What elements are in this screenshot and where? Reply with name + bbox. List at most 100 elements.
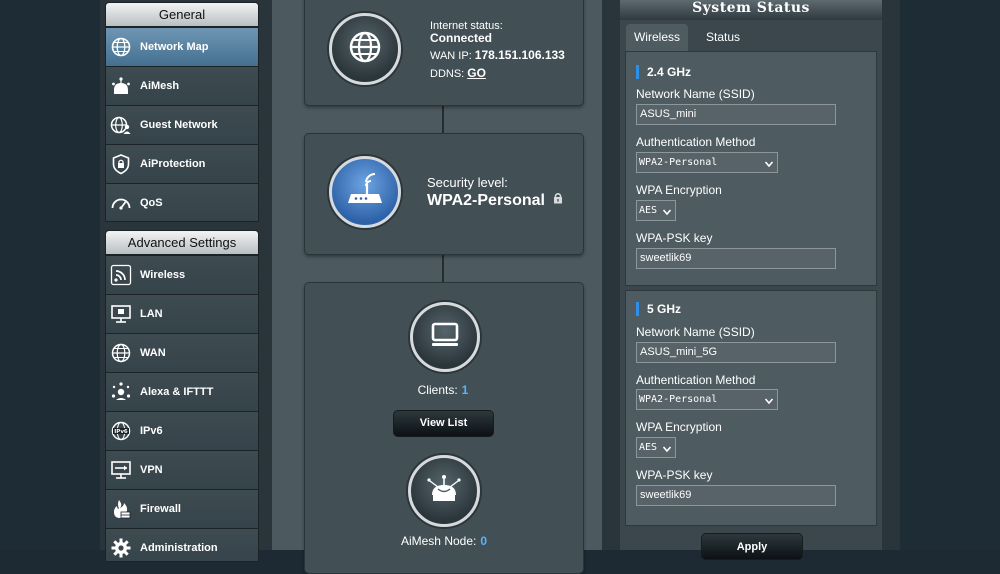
alexa-icon bbox=[110, 381, 132, 403]
wan-ip-label: WAN IP: bbox=[430, 50, 472, 62]
sidebar-item-aiprotection[interactable]: AiProtection bbox=[106, 144, 258, 183]
aimesh-node-info: AiMesh Node: 0 bbox=[380, 534, 508, 548]
aimesh-node-count[interactable]: 0 bbox=[480, 534, 487, 548]
speedometer-icon bbox=[110, 192, 132, 214]
router-status-button[interactable] bbox=[329, 156, 401, 228]
clients-button[interactable] bbox=[410, 302, 480, 372]
guest-network-icon bbox=[110, 114, 132, 136]
svg-text:IPv6: IPv6 bbox=[114, 429, 128, 435]
view-list-button[interactable]: View List bbox=[393, 410, 494, 437]
ssid-label: Network Name (SSID) bbox=[636, 325, 755, 339]
sidebar-item-firewall[interactable]: Firewall bbox=[106, 489, 258, 528]
page-background-right bbox=[900, 0, 1000, 550]
band-2-4ghz-title: 2.4 GHz bbox=[636, 65, 691, 79]
security-level-value: WPA2-Personal bbox=[427, 192, 545, 209]
chevron-down-icon bbox=[764, 157, 774, 176]
wpa-psk-key-label: WPA-PSK key bbox=[636, 231, 713, 245]
sidebar-item-label: AiProtection bbox=[140, 158, 206, 170]
aimesh-node-icon bbox=[424, 471, 464, 512]
page-background-left bbox=[0, 0, 100, 550]
aimesh-node-label: AiMesh Node: bbox=[400, 534, 477, 548]
auth-method-5ghz-select[interactable]: WPA2-Personal bbox=[636, 389, 778, 410]
clients-info: Clients: 1 bbox=[388, 383, 498, 397]
network-map-icon bbox=[110, 36, 132, 58]
auth-method-value: WPA2-Personal bbox=[639, 394, 718, 405]
globe-icon bbox=[347, 29, 383, 70]
sidebar-item-label: Firewall bbox=[140, 503, 181, 515]
auth-method-label: Authentication Method bbox=[636, 135, 756, 149]
wpa-psk-key-2-4ghz-field[interactable]: sweetlik69 bbox=[636, 248, 836, 269]
sidebar-item-label: Alexa & IFTTT bbox=[140, 386, 214, 398]
tab-wireless[interactable]: Wireless bbox=[626, 24, 688, 51]
wpa-encryption-label: WPA Encryption bbox=[636, 183, 722, 197]
auth-method-value: WPA2-Personal bbox=[639, 157, 718, 168]
monitor-icon bbox=[430, 321, 460, 354]
sidebar-item-label: IPv6 bbox=[140, 425, 163, 437]
clients-label: Clients: bbox=[417, 383, 458, 397]
internet-info: Internet status: Connected WAN IP: 178.15… bbox=[430, 20, 565, 80]
wireless-icon bbox=[110, 264, 132, 286]
gear-icon bbox=[110, 537, 132, 559]
sidebar-item-administration[interactable]: Administration bbox=[106, 528, 258, 561]
sidebar-item-wan[interactable]: WAN bbox=[106, 333, 258, 372]
chevron-down-icon bbox=[764, 394, 774, 413]
sidebar-item-wireless[interactable]: Wireless bbox=[106, 255, 258, 294]
sidebar-item-guest-network[interactable]: Guest Network bbox=[106, 105, 258, 144]
chevron-down-icon bbox=[662, 442, 672, 461]
sidebar-item-label: Administration bbox=[140, 542, 218, 554]
vpn-icon bbox=[110, 459, 132, 481]
ssid-5ghz-field[interactable]: ASUS_mini_5G bbox=[636, 342, 836, 363]
connector-line bbox=[442, 104, 444, 133]
security-level-label: Security level: bbox=[427, 175, 508, 190]
aimesh-node-button[interactable] bbox=[408, 455, 480, 527]
lock-icon bbox=[553, 191, 563, 209]
firewall-icon bbox=[110, 498, 132, 520]
aimesh-icon bbox=[110, 75, 132, 97]
internet-status-button[interactable] bbox=[329, 13, 401, 85]
ddns-go-link[interactable]: GO bbox=[467, 66, 486, 80]
clients-count[interactable]: 1 bbox=[462, 383, 469, 397]
sidebar-item-label: WAN bbox=[140, 347, 166, 359]
sidebar-item-aimesh[interactable]: AiMesh bbox=[106, 66, 258, 105]
connector-line bbox=[442, 253, 444, 282]
ipv6-icon: IPv6 bbox=[110, 420, 132, 442]
shield-icon bbox=[110, 153, 132, 175]
advanced-menu: Advanced Settings Wireless LAN WAN Alexa… bbox=[105, 230, 259, 562]
sidebar-item-label: Guest Network bbox=[140, 119, 218, 131]
wpa-psk-key-5ghz-field[interactable]: sweetlik69 bbox=[636, 485, 836, 506]
router-icon bbox=[345, 172, 385, 213]
wpa-psk-key-label: WPA-PSK key bbox=[636, 468, 713, 482]
sidebar-item-label: AiMesh bbox=[140, 80, 180, 92]
sidebar-item-label: Wireless bbox=[140, 269, 186, 281]
wpa-encryption-label: WPA Encryption bbox=[636, 420, 722, 434]
chevron-down-icon bbox=[662, 205, 672, 224]
wpa-encryption-value: AES bbox=[639, 442, 658, 453]
sidebar-item-alexa-ifttt[interactable]: Alexa & IFTTT bbox=[106, 372, 258, 411]
lan-icon bbox=[110, 303, 132, 325]
auth-method-2-4ghz-select[interactable]: WPA2-Personal bbox=[636, 152, 778, 173]
sidebar-item-ipv6[interactable]: IPv6 IPv6 bbox=[106, 411, 258, 450]
general-menu: General Network Map AiMesh Guest Network… bbox=[105, 2, 259, 222]
general-menu-title: General bbox=[106, 3, 258, 27]
ssid-label: Network Name (SSID) bbox=[636, 87, 755, 101]
advanced-menu-title: Advanced Settings bbox=[106, 231, 258, 255]
wan-ip-value: 178.151.106.133 bbox=[474, 48, 565, 62]
sidebar-item-lan[interactable]: LAN bbox=[106, 294, 258, 333]
sidebar-item-label: LAN bbox=[140, 308, 163, 320]
system-status-title: System Status bbox=[620, 0, 882, 20]
sidebar-item-qos[interactable]: QoS bbox=[106, 183, 258, 221]
internet-status-value: Connected bbox=[430, 31, 493, 45]
sidebar-item-vpn[interactable]: VPN bbox=[106, 450, 258, 489]
wpa-encryption-value: AES bbox=[639, 205, 658, 216]
ddns-label: DDNS: bbox=[430, 68, 465, 80]
wpa-encryption-5ghz-select[interactable]: AES bbox=[636, 437, 676, 458]
wpa-encryption-2-4ghz-select[interactable]: AES bbox=[636, 200, 676, 221]
sidebar-item-network-map[interactable]: Network Map bbox=[106, 27, 258, 66]
band-5ghz-title: 5 GHz bbox=[636, 302, 681, 316]
ssid-2-4ghz-field[interactable]: ASUS_mini bbox=[636, 104, 836, 125]
apply-button[interactable]: Apply bbox=[701, 533, 803, 560]
auth-method-label: Authentication Method bbox=[636, 373, 756, 387]
sidebar-item-label: QoS bbox=[140, 197, 163, 209]
wan-globe-icon bbox=[110, 342, 132, 364]
tab-status[interactable]: Status bbox=[694, 24, 752, 51]
